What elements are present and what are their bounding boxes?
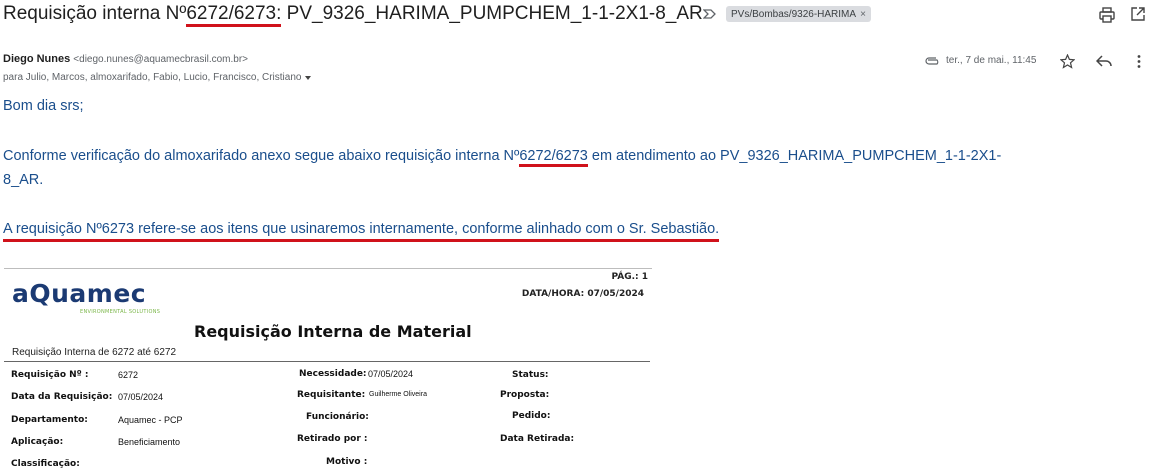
data-req-label: Data da Requisição: bbox=[11, 392, 113, 402]
classificacao-label: Classificação: bbox=[11, 459, 80, 469]
message-date: ter., 7 de mai., 11:45 bbox=[946, 55, 1037, 66]
subject-rest: PV_9326_HARIMA_PUMPCHEM_1-1-2X1-8_AR bbox=[281, 3, 703, 24]
aplicacao-label: Aplicação: bbox=[11, 437, 64, 447]
dropdown-arrow-icon[interactable] bbox=[304, 75, 312, 81]
recipients-text: para Julio, Marcos, almoxarifado, Fabio,… bbox=[3, 72, 302, 83]
body-line-1-a: Conforme verificação do almoxarifado ane… bbox=[3, 148, 520, 164]
necessidade-value: 07/05/2024 bbox=[368, 369, 414, 379]
aquamec-logo: aQuamec ENVIRONMENTAL SOLUTIONS bbox=[12, 279, 172, 319]
document-separator bbox=[4, 361, 650, 362]
important-marker-icon[interactable] bbox=[703, 7, 717, 21]
attachment-icon bbox=[925, 57, 939, 65]
funcionario-label: Funcionário: bbox=[306, 412, 369, 422]
subject-row: Requisição interna Nº6272/6273: PV_9326_… bbox=[0, 0, 1151, 30]
aplicacao-value: Beneficiamento bbox=[118, 437, 181, 447]
requisition-document: aQuamec ENVIRONMENTAL SOLUTIONS PÁG.: 1 … bbox=[4, 268, 652, 469]
sender[interactable]: Diego Nunes <diego.nunes@aquamecbrasil.c… bbox=[3, 53, 248, 65]
label-chip[interactable]: PVs/Bombas/9326-HARIMA × bbox=[726, 6, 871, 22]
body-line-1-number: 6272/6273 bbox=[519, 148, 588, 167]
requisitante-label: Requisitante: bbox=[297, 390, 366, 400]
logo-subtitle: ENVIRONMENTAL SOLUTIONS bbox=[80, 309, 161, 315]
document-datetime: DATA/HORA: 07/05/2024 bbox=[521, 289, 644, 299]
proposta-label: Proposta: bbox=[500, 390, 550, 400]
sender-name[interactable]: Diego Nunes bbox=[3, 53, 70, 65]
subject-numbers: 6272/6273: bbox=[186, 3, 282, 27]
subject-title: Requisição interna Nº6272/6273: PV_9326_… bbox=[3, 3, 703, 27]
status-label: Status: bbox=[512, 370, 549, 380]
motivo-label: Motivo : bbox=[326, 457, 368, 467]
sender-email: <diego.nunes@aquamecbrasil.com.br> bbox=[73, 54, 248, 65]
departamento-value: Aquamec - PCP bbox=[118, 415, 183, 425]
req-no-label: Requisição Nº : bbox=[11, 370, 89, 380]
reply-icon[interactable] bbox=[1096, 54, 1112, 68]
star-icon[interactable] bbox=[1060, 54, 1075, 69]
departamento-label: Departamento: bbox=[11, 415, 88, 425]
document-title: Requisição Interna de Material bbox=[194, 322, 472, 341]
req-no-value: 6272 bbox=[118, 370, 139, 380]
body-line-1: Conforme verificação do almoxarifado ane… bbox=[3, 148, 1002, 167]
remove-label-icon[interactable]: × bbox=[860, 9, 866, 20]
print-icon[interactable] bbox=[1098, 6, 1116, 24]
greeting: Bom dia srs; bbox=[3, 98, 84, 114]
data-req-value: 07/05/2024 bbox=[118, 392, 164, 402]
pedido-label: Pedido: bbox=[512, 411, 551, 421]
body-line-1-b: em atendimento ao PV_9326_HARIMA_PUMPCHE… bbox=[587, 148, 1002, 164]
necessidade-label: Necessidade: bbox=[299, 369, 367, 379]
more-vert-icon[interactable] bbox=[1136, 54, 1142, 69]
label-chip-text: PVs/Bombas/9326-HARIMA bbox=[731, 8, 857, 20]
logo-text: aQuamec bbox=[12, 279, 147, 308]
data-retirada-label: Data Retirada: bbox=[500, 434, 575, 444]
recipients[interactable]: para Julio, Marcos, almoxarifado, Fabio,… bbox=[3, 72, 312, 83]
body-line-3: A requisição Nº6273 refere-se aos itens … bbox=[3, 221, 720, 242]
requisitante-value: Guilherme Oliveira bbox=[369, 391, 427, 398]
document-top-border bbox=[4, 268, 652, 269]
open-new-window-icon[interactable] bbox=[1130, 6, 1146, 22]
subject-prefix: Requisição interna Nº bbox=[3, 3, 187, 24]
page-number: PÁG.: 1 bbox=[611, 272, 648, 282]
retirado-label: Retirado por : bbox=[297, 434, 368, 444]
body-line-2: 8_AR. bbox=[3, 172, 44, 188]
document-range: Requisição Interna de 6272 até 6272 bbox=[12, 347, 177, 358]
